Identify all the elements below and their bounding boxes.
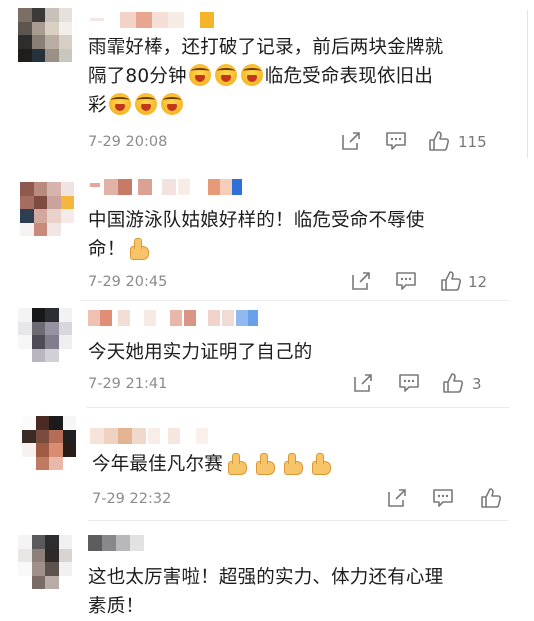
- comment-text: 雨霏好棒，还打破了记录，前后两块金牌就 隔了80分钟 临危受命表现依旧出 彩: [88, 33, 508, 120]
- comment-time: 7-29 20:45: [88, 274, 168, 290]
- like-count: 115: [458, 133, 487, 151]
- thumbs-up-emoji-icon: [310, 452, 332, 475]
- comment-item: 今天她用实力证明了自己的 7-29 21:41 3: [0, 300, 534, 410]
- comment-divider: [86, 407, 510, 408]
- thumbs-up-emoji-icon: [282, 452, 304, 475]
- thumbs-up-emoji-icon: [226, 452, 248, 475]
- username-blurred[interactable]: [90, 12, 220, 28]
- username-blurred[interactable]: [88, 535, 148, 551]
- like-count: 12: [468, 273, 488, 291]
- comment-line-with-emoji: 隔了80分钟 临危受命表现依旧出: [88, 62, 508, 91]
- comment-item: 雨霏好棒，还打破了记录，前后两块金牌就 隔了80分钟 临危受命表现依旧出 彩 7-…: [0, 0, 534, 170]
- comment-item: 中国游泳队姑娘好样的！临危受命不辱使 命！ 7-29 20:45 12: [0, 170, 534, 300]
- share-icon[interactable]: [340, 130, 362, 154]
- comment-meta: 7-29 20:08 115: [88, 130, 508, 156]
- comment-line: 命！: [88, 239, 126, 260]
- comment-line-with-emoji: 今年最佳凡尔赛: [92, 450, 512, 479]
- comment-text: 中国游泳队姑娘好样的！临危受命不辱使 命！: [88, 206, 508, 264]
- screaming-face-emoji-icon: [240, 64, 263, 86]
- share-icon[interactable]: [350, 270, 372, 294]
- comment-time: 7-29 20:08: [88, 134, 168, 150]
- comment-line: 这也太厉害啦！超强的实力、体力还有心理: [88, 567, 444, 588]
- comment-line: 雨霏好棒，还打破了记录，前后两块金牌就: [88, 37, 444, 58]
- thumbs-up-icon[interactable]: [428, 130, 450, 154]
- comment-line-with-emoji: 彩: [88, 91, 508, 120]
- screaming-face-emoji-icon: [134, 93, 157, 115]
- comment-time: 7-29 22:32: [92, 491, 172, 507]
- avatar[interactable]: [18, 535, 72, 589]
- comment-time: 7-29 21:41: [88, 376, 168, 392]
- comment-line: 隔了80分钟: [88, 66, 187, 87]
- comment-text: 今天她用实力证明了自己的: [88, 338, 508, 367]
- comment-meta: 7-29 22:32: [92, 487, 512, 513]
- comment-icon[interactable]: [395, 270, 417, 294]
- screaming-face-emoji-icon: [108, 93, 131, 115]
- screaming-face-emoji-icon: [188, 64, 211, 86]
- comment-icon[interactable]: [398, 372, 420, 396]
- share-icon[interactable]: [386, 487, 408, 511]
- comment-line: 彩: [88, 95, 107, 116]
- share-icon[interactable]: [352, 372, 374, 396]
- comment-line: 临危受命表现依旧出: [264, 66, 434, 87]
- thumbs-up-emoji-icon: [128, 237, 150, 260]
- avatar[interactable]: [20, 182, 74, 236]
- comment-text: 今年最佳凡尔赛: [92, 450, 512, 479]
- screaming-face-emoji-icon: [160, 93, 183, 115]
- thumbs-up-emoji-icon: [254, 452, 276, 475]
- avatar[interactable]: [22, 416, 76, 470]
- comment-line: 今天她用实力证明了自己的: [88, 342, 313, 363]
- username-blurred[interactable]: [90, 428, 230, 444]
- comment-line: 中国游泳队姑娘好样的！临危受命不辱使: [88, 210, 425, 231]
- avatar[interactable]: [18, 8, 72, 62]
- thumbs-up-icon[interactable]: [480, 487, 502, 511]
- comment-icon[interactable]: [385, 130, 407, 154]
- comment-item: 这也太厉害啦！超强的实力、体力还有心理 素质！: [0, 525, 534, 617]
- comment-divider: [88, 520, 508, 521]
- comment-text: 这也太厉害啦！超强的实力、体力还有心理 素质！: [88, 563, 508, 621]
- screaming-face-emoji-icon: [214, 64, 237, 86]
- thumbs-up-icon[interactable]: [442, 372, 464, 396]
- username-blurred[interactable]: [88, 310, 258, 326]
- comment-meta: 7-29 20:45 12: [88, 270, 508, 296]
- thumbs-up-icon[interactable]: [440, 270, 462, 294]
- avatar[interactable]: [18, 308, 72, 362]
- comment-item: 今年最佳凡尔赛 7-29 22:32: [0, 410, 534, 525]
- comment-line-with-emoji: 命！: [88, 235, 508, 264]
- comment-line: 今年最佳凡尔赛: [92, 454, 223, 475]
- like-count: 3: [472, 375, 482, 393]
- comment-meta: 7-29 21:41 3: [88, 372, 508, 398]
- username-blurred[interactable]: [90, 179, 250, 195]
- comment-icon[interactable]: [432, 487, 454, 511]
